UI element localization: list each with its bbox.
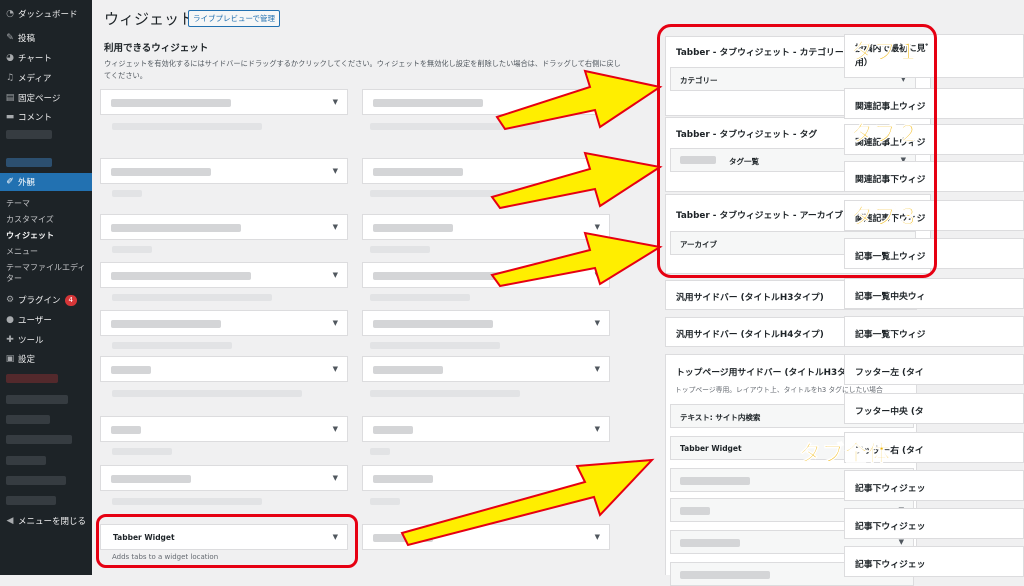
arrow-to-tab1 — [495, 69, 663, 131]
annotation-all-tabs: タブ全体 — [799, 442, 892, 468]
annotation-tab2: タブ２ — [851, 122, 921, 148]
arrow-to-tabber — [400, 458, 655, 547]
arrow-to-tab3 — [490, 231, 663, 288]
annotation-tab1: タブ１ — [851, 40, 921, 66]
annotation-tab3: タブ３ — [851, 205, 921, 231]
annotation-arrows — [400, 69, 663, 547]
arrow-to-tab2 — [490, 151, 663, 210]
